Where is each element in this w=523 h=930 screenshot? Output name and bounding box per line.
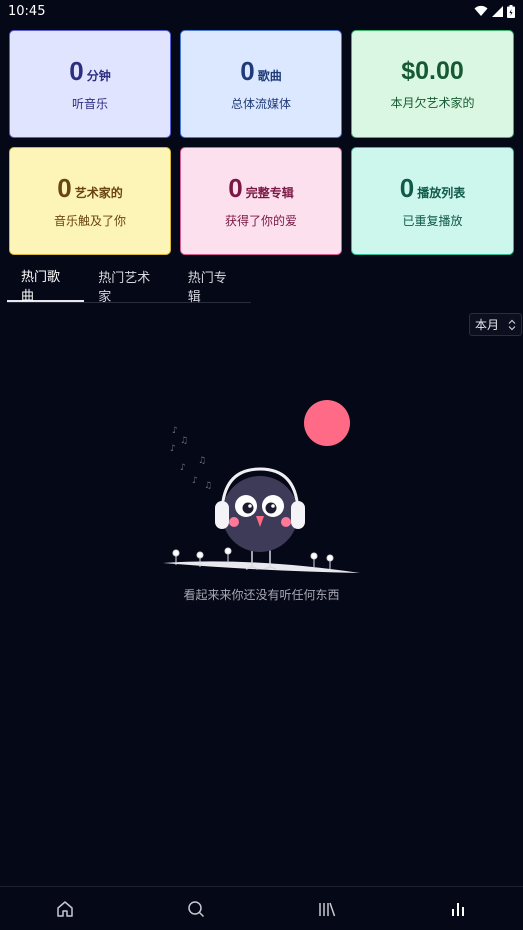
playlists-unit: 播放列表	[417, 186, 466, 200]
albums-value: 0	[228, 173, 243, 203]
signal-icon	[492, 5, 503, 17]
playlists-card: 0 播放列表 已重复播放	[351, 147, 514, 255]
svg-text:♫: ♫	[180, 436, 188, 446]
nav-home[interactable]	[45, 889, 85, 929]
bottom-nav	[0, 886, 523, 930]
empty-state-illustration: ♪ ♫ ♪ ♫ ♪ ♪ ♫	[163, 400, 360, 573]
minutes-value: 0	[69, 56, 84, 86]
stats-grid: 0 分钟 听音乐 0 歌曲 总体流媒体 $0.00 本月欠艺术家的 0 艺术家的 音乐…	[9, 30, 514, 255]
owed-value: $0.00	[401, 57, 464, 85]
svg-text:♪: ♪	[180, 463, 186, 473]
tab-top-artists[interactable]: 热门艺术家	[84, 270, 174, 305]
minutes-card: 0 分钟 听音乐	[9, 30, 171, 138]
search-icon	[188, 900, 205, 917]
artists-value: 0	[57, 173, 72, 203]
owed-label: 本月欠艺术家的	[390, 96, 475, 110]
playlists-value: 0	[399, 173, 415, 203]
songs-label: 总体流媒体	[230, 97, 291, 111]
period-select[interactable]: 本月	[469, 313, 522, 336]
songs-value: 0	[240, 56, 255, 86]
svg-text:♪: ♪	[170, 444, 176, 454]
nav-library[interactable]	[307, 889, 347, 929]
status-bar: 10:45	[0, 0, 523, 22]
sun-shape	[304, 400, 350, 446]
playlists-label: 已重复播放	[402, 214, 463, 228]
home-icon	[57, 900, 74, 917]
nav-search[interactable]	[176, 889, 216, 929]
empty-state-message: 看起来来你还没有听任何东西	[183, 588, 340, 602]
svg-text:♪: ♪	[192, 476, 198, 486]
svg-text:♫: ♫	[204, 481, 212, 491]
minutes-unit: 分钟	[86, 69, 111, 83]
period-select-value: 本月	[475, 318, 500, 332]
status-icons	[474, 4, 515, 18]
albums-label: 获得了你的爱	[224, 214, 297, 228]
minutes-label: 听音乐	[71, 97, 108, 111]
top-items-tabs: 热门歌曲 热门艺术家 热门专辑	[7, 270, 251, 305]
owed-card: $0.00 本月欠艺术家的	[351, 30, 514, 138]
albums-card: 0 完整专辑 获得了你的爱	[180, 147, 342, 255]
wifi-icon	[474, 5, 488, 16]
tab-top-albums[interactable]: 热门专辑	[174, 270, 251, 305]
songs-card: 0 歌曲 总体流媒体	[180, 30, 342, 138]
svg-text:♫: ♫	[198, 456, 206, 466]
albums-unit: 完整专辑	[245, 186, 294, 200]
artists-card: 0 艺术家的 音乐触及了你	[9, 147, 171, 255]
artists-unit: 艺术家的	[74, 186, 123, 200]
battery-icon	[507, 4, 515, 18]
tab-top-songs[interactable]: 热门歌曲	[7, 270, 85, 304]
svg-text:♪: ♪	[172, 426, 178, 436]
library-icon	[319, 902, 336, 916]
stats-icon	[451, 902, 464, 916]
status-time: 10:45	[8, 3, 46, 19]
artists-label: 音乐触及了你	[53, 214, 126, 228]
nav-stats[interactable]	[438, 889, 478, 929]
songs-unit: 歌曲	[257, 69, 282, 83]
chevron-updown-icon	[508, 319, 516, 330]
